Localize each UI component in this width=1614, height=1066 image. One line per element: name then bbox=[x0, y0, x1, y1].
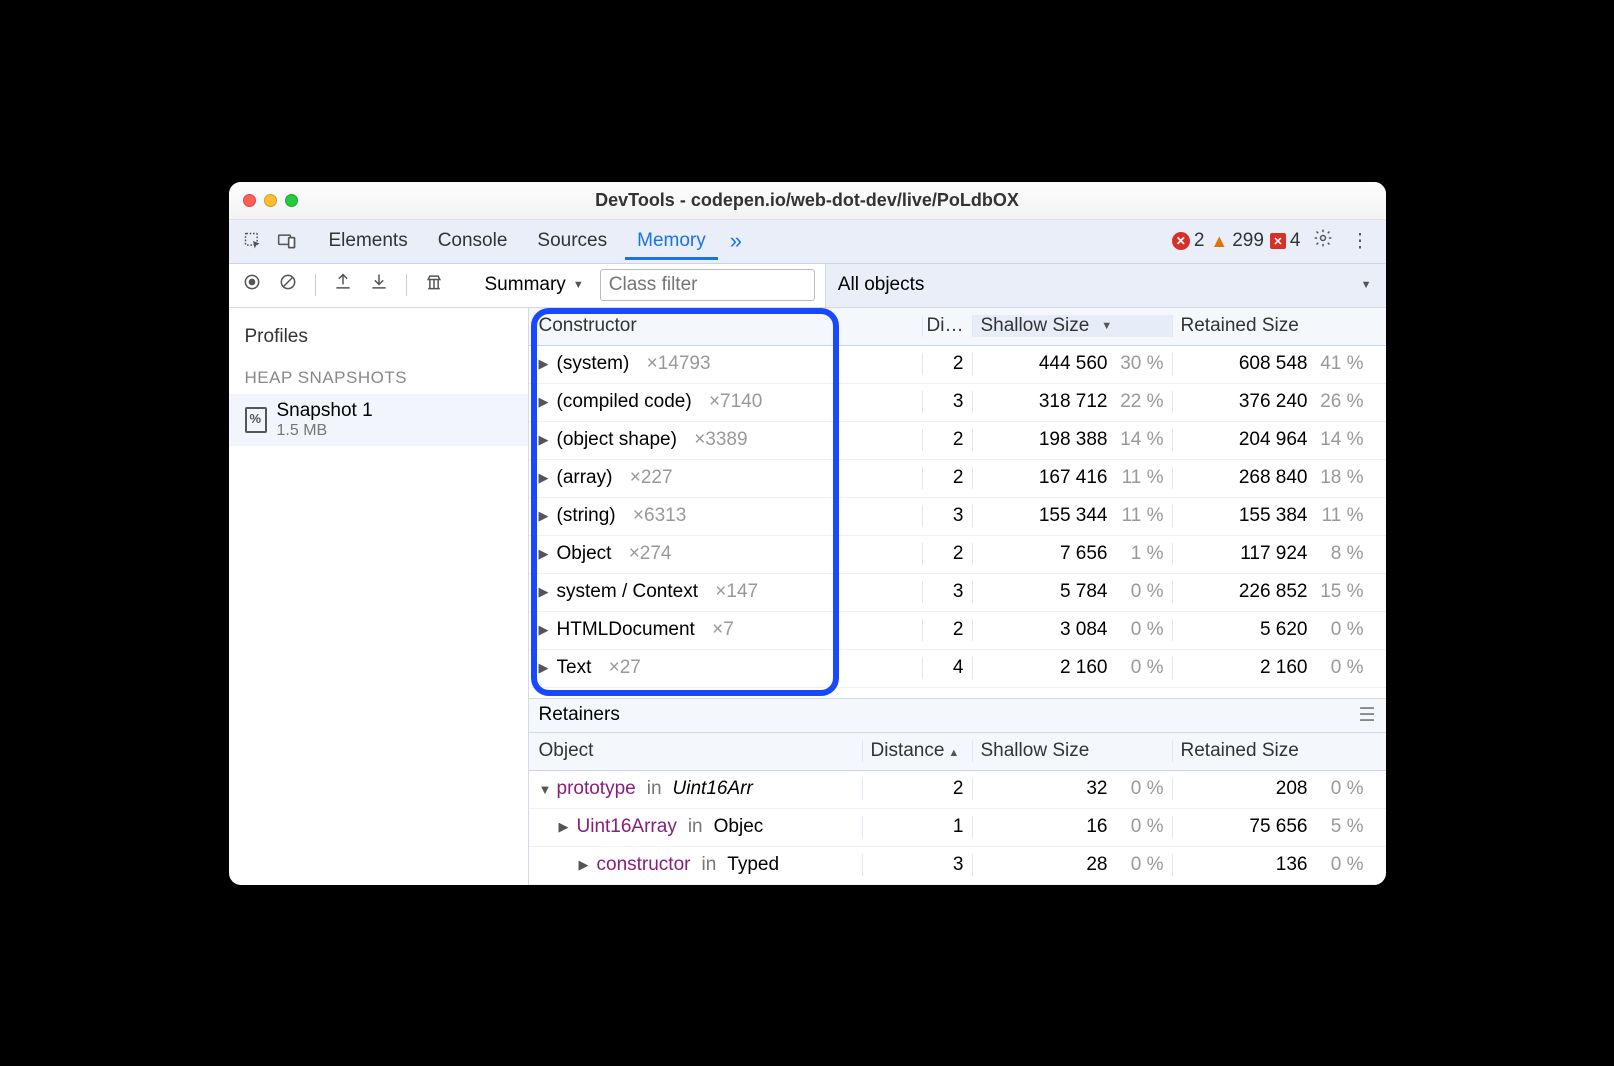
retainer-row[interactable]: ▶ Uint16ArrayinObjec1160 %75 6565 % bbox=[529, 809, 1386, 847]
status-counters: ✕2 ▲299 ✕4 bbox=[1172, 230, 1301, 252]
tab-console[interactable]: Console bbox=[426, 222, 520, 260]
retainers-table: Object Distance▲ Shallow Size Retained S… bbox=[529, 733, 1386, 885]
sidebar-section: HEAP SNAPSHOTS bbox=[229, 362, 528, 394]
rcol-retained[interactable]: Retained Size bbox=[1172, 740, 1372, 762]
warnings-badge[interactable]: ▲299 bbox=[1210, 230, 1264, 252]
class-filter-input[interactable] bbox=[600, 269, 815, 301]
col-distance[interactable]: Di… bbox=[922, 315, 972, 337]
inspect-element-icon[interactable] bbox=[239, 231, 267, 251]
tab-memory[interactable]: Memory bbox=[625, 222, 718, 260]
col-constructor[interactable]: Constructor bbox=[529, 315, 922, 337]
rcol-distance[interactable]: Distance▲ bbox=[862, 740, 972, 762]
disclosure-icon: ▶ bbox=[539, 356, 551, 372]
scope-select[interactable]: All objects bbox=[825, 264, 1386, 307]
disclosure-icon: ▶ bbox=[579, 857, 591, 873]
col-shallow[interactable]: Shallow Size▼ bbox=[972, 315, 1172, 337]
constructor-table: Constructor Di… Shallow Size▼ Retained S… bbox=[529, 308, 1386, 699]
device-toolbar-icon[interactable] bbox=[273, 231, 301, 251]
sort-asc-icon: ▲ bbox=[948, 747, 959, 759]
disclosure-icon: ▶ bbox=[539, 660, 551, 676]
errors-badge[interactable]: ✕2 bbox=[1172, 230, 1205, 252]
devtools-window: DevTools - codepen.io/web-dot-dev/live/P… bbox=[229, 182, 1386, 885]
gc-icon[interactable] bbox=[421, 272, 447, 298]
table-row[interactable]: ▶ (array) ×2272167 41611 %268 84018 % bbox=[529, 460, 1386, 498]
col-retained[interactable]: Retained Size bbox=[1172, 315, 1372, 337]
export-icon[interactable] bbox=[330, 272, 356, 298]
more-options-icon[interactable]: ⋮ bbox=[1345, 230, 1376, 253]
settings-icon[interactable] bbox=[1307, 228, 1339, 254]
table-row[interactable]: ▶ (string) ×63133155 34411 %155 38411 % bbox=[529, 498, 1386, 536]
warning-icon: ▲ bbox=[1210, 231, 1228, 252]
memory-toolbar: Summary All objects bbox=[229, 264, 1386, 308]
retainer-row[interactable]: ▼ prototypeinUint16Arr2320 %2080 % bbox=[529, 771, 1386, 809]
view-select[interactable]: Summary bbox=[477, 270, 590, 300]
snapshot-item[interactable]: Snapshot 1 1.5 MB bbox=[229, 394, 528, 446]
table-row[interactable]: ▶ (object shape) ×33892198 38814 %204 96… bbox=[529, 422, 1386, 460]
sort-desc-icon: ▼ bbox=[1101, 320, 1112, 332]
more-tabs-button[interactable]: » bbox=[724, 228, 748, 254]
error-icon: ✕ bbox=[1172, 232, 1190, 250]
snapshot-icon bbox=[245, 407, 267, 433]
panel-tabs: Elements Console Sources Memory bbox=[317, 222, 718, 260]
sidebar-title: Profiles bbox=[229, 322, 528, 362]
table-body: ▶ (system) ×147932444 56030 %608 54841 %… bbox=[529, 346, 1386, 688]
retainers-menu-icon[interactable]: ☰ bbox=[1358, 704, 1375, 727]
disclosure-icon: ▶ bbox=[539, 546, 551, 562]
retainers-thead: Object Distance▲ Shallow Size Retained S… bbox=[529, 733, 1386, 771]
snapshot-name: Snapshot 1 bbox=[277, 400, 373, 422]
retainers-body: ▼ prototypeinUint16Arr2320 %2080 %▶ Uint… bbox=[529, 771, 1386, 885]
retainers-title: Retainers bbox=[539, 704, 620, 726]
clear-button[interactable] bbox=[275, 272, 301, 298]
table-row[interactable]: ▶ (compiled code) ×71403318 71222 %376 2… bbox=[529, 384, 1386, 422]
tab-elements[interactable]: Elements bbox=[317, 222, 420, 260]
disclosure-icon: ▶ bbox=[539, 584, 551, 600]
table-row[interactable]: ▶ (system) ×147932444 56030 %608 54841 % bbox=[529, 346, 1386, 384]
tab-sources[interactable]: Sources bbox=[525, 222, 619, 260]
disclosure-icon: ▶ bbox=[539, 508, 551, 524]
window-title: DevTools - codepen.io/web-dot-dev/live/P… bbox=[229, 190, 1386, 211]
table-row[interactable]: ▶ HTMLDocument ×723 0840 %5 6200 % bbox=[529, 612, 1386, 650]
retainers-header: Retainers ☰ bbox=[529, 699, 1386, 733]
table-header: Constructor Di… Shallow Size▼ Retained S… bbox=[529, 308, 1386, 346]
table-row[interactable]: ▶ Text ×2742 1600 %2 1600 % bbox=[529, 650, 1386, 688]
panel-tabs-bar: Elements Console Sources Memory » ✕2 ▲29… bbox=[229, 220, 1386, 264]
rcol-object[interactable]: Object bbox=[529, 740, 862, 762]
titlebar: DevTools - codepen.io/web-dot-dev/live/P… bbox=[229, 182, 1386, 220]
table-row[interactable]: ▶ system / Context ×14735 7840 %226 8521… bbox=[529, 574, 1386, 612]
snapshot-size: 1.5 MB bbox=[277, 422, 373, 440]
main-area: Constructor Di… Shallow Size▼ Retained S… bbox=[529, 308, 1386, 885]
issue-icon: ✕ bbox=[1270, 233, 1286, 249]
rcol-shallow[interactable]: Shallow Size bbox=[972, 740, 1172, 762]
retainer-row[interactable]: ▶ constructorinTyped3280 %1360 % bbox=[529, 847, 1386, 885]
disclosure-icon: ▶ bbox=[539, 432, 551, 448]
disclosure-icon: ▶ bbox=[559, 819, 571, 835]
import-icon[interactable] bbox=[366, 272, 392, 298]
disclosure-icon: ▶ bbox=[539, 394, 551, 410]
table-row[interactable]: ▶ Object ×27427 6561 %117 9248 % bbox=[529, 536, 1386, 574]
record-button[interactable] bbox=[239, 272, 265, 298]
disclosure-icon: ▶ bbox=[539, 470, 551, 486]
body: Profiles HEAP SNAPSHOTS Snapshot 1 1.5 M… bbox=[229, 308, 1386, 885]
disclosure-icon: ▼ bbox=[539, 782, 551, 797]
disclosure-icon: ▶ bbox=[539, 622, 551, 638]
profiles-sidebar: Profiles HEAP SNAPSHOTS Snapshot 1 1.5 M… bbox=[229, 308, 529, 885]
issues-badge[interactable]: ✕4 bbox=[1270, 230, 1301, 252]
